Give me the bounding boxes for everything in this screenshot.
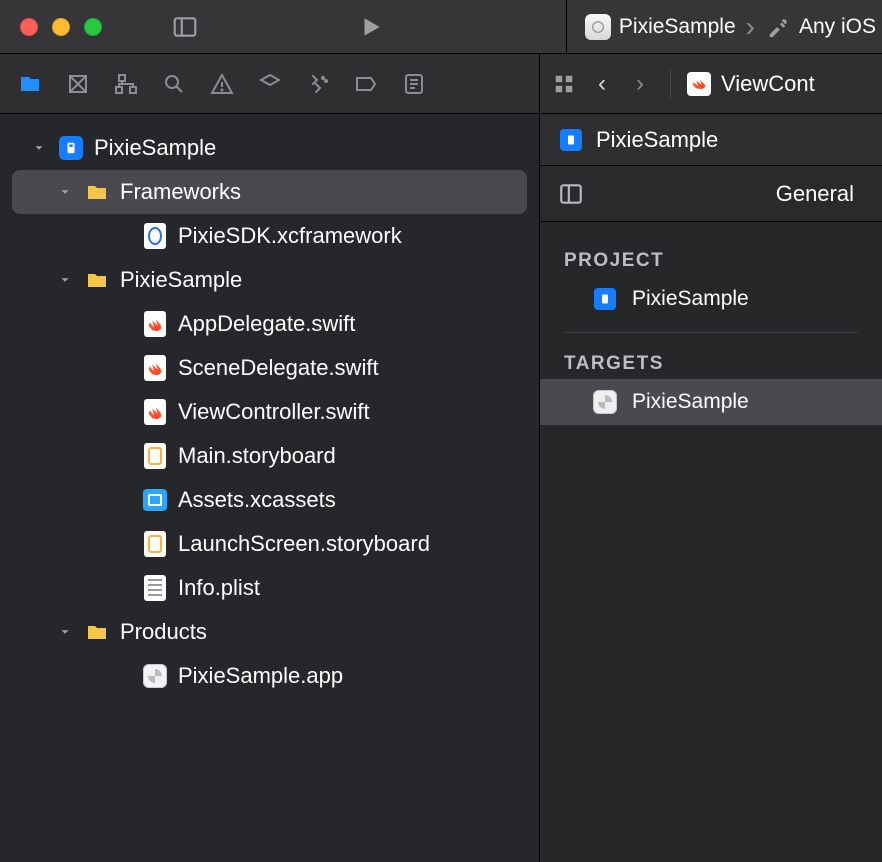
project-icon: [558, 127, 584, 153]
scheme-destination-label: Any iOS: [799, 15, 876, 39]
file-row[interactable]: Info.plist: [12, 566, 527, 610]
project-root-label: PixieSample: [94, 135, 216, 161]
storyboard-icon: [142, 443, 168, 469]
file-row[interactable]: Assets.xcassets: [12, 478, 527, 522]
project-root-row[interactable]: PixieSample: [12, 126, 527, 170]
file-label: ViewController.swift: [178, 399, 370, 425]
file-label: Main.storyboard: [178, 443, 336, 469]
project-entry[interactable]: PixieSample: [540, 276, 882, 322]
target-entry-label: PixieSample: [632, 390, 749, 414]
file-label: SceneDelegate.swift: [178, 355, 379, 381]
swift-file-icon: [142, 311, 168, 337]
swift-file-icon: [142, 399, 168, 425]
related-items-icon[interactable]: [550, 70, 578, 98]
scheme-selector[interactable]: PixieSample › Any iOS: [585, 13, 876, 41]
navigator-toolbar: ‹ › ViewCont: [0, 54, 882, 114]
main-split: PixieSample Frameworks PixieSDK.xcframew…: [0, 114, 882, 862]
file-row[interactable]: ViewController.swift: [12, 390, 527, 434]
project-navigator-icon[interactable]: [14, 68, 46, 100]
test-navigator-icon[interactable]: [254, 68, 286, 100]
file-label: Assets.xcassets: [178, 487, 336, 513]
file-label: PixieSample.app: [178, 663, 343, 689]
toggle-sidebar-button[interactable]: [162, 7, 208, 47]
products-group-label: Products: [120, 619, 207, 645]
issue-navigator-icon[interactable]: [206, 68, 238, 100]
swift-file-icon: [687, 72, 711, 96]
app-group-row[interactable]: PixieSample: [12, 258, 527, 302]
file-row[interactable]: Main.storyboard: [12, 434, 527, 478]
nav-forward-button[interactable]: ›: [626, 70, 654, 98]
chevron-down-icon[interactable]: [30, 139, 48, 157]
zoom-window-button[interactable]: [84, 18, 102, 36]
xcframework-icon: [142, 223, 168, 249]
report-navigator-icon[interactable]: [398, 68, 430, 100]
app-product-icon: [142, 663, 168, 689]
hammer-icon: [765, 14, 791, 40]
target-tabs: General: [540, 166, 882, 222]
app-group-label: PixieSample: [120, 267, 242, 293]
folder-icon: [84, 619, 110, 645]
run-button[interactable]: [348, 7, 394, 47]
app-icon: [585, 14, 611, 40]
xcassets-icon: [142, 487, 168, 513]
file-row[interactable]: PixieSDK.xcframework: [12, 214, 527, 258]
chevron-down-icon[interactable]: [56, 271, 74, 289]
chevron-down-icon[interactable]: [56, 623, 74, 641]
scheme-project-label: PixieSample: [619, 15, 736, 39]
divider: [564, 332, 858, 333]
products-group-row[interactable]: Products: [12, 610, 527, 654]
editor-project-header: PixieSample: [540, 114, 882, 166]
target-entry[interactable]: PixieSample: [540, 379, 882, 425]
frameworks-group-label: Frameworks: [120, 179, 241, 205]
file-row[interactable]: PixieSample.app: [12, 654, 527, 698]
file-label: LaunchScreen.storyboard: [178, 531, 430, 557]
folder-icon: [84, 179, 110, 205]
divider: [670, 69, 671, 99]
close-window-button[interactable]: [20, 18, 38, 36]
chevron-down-icon[interactable]: [56, 183, 74, 201]
project-icon: [592, 286, 618, 312]
swift-file-icon: [142, 355, 168, 381]
chevron-right-icon: ›: [744, 13, 757, 41]
file-row[interactable]: SceneDelegate.swift: [12, 346, 527, 390]
project-navigator: PixieSample Frameworks PixieSDK.xcframew…: [0, 114, 540, 862]
file-label: AppDelegate.swift: [178, 311, 355, 337]
editor-area: PixieSample General PROJECT PixieSample …: [540, 114, 882, 862]
minimize-window-button[interactable]: [52, 18, 70, 36]
targets-section-header: TARGETS: [540, 343, 882, 379]
targets-pane: PROJECT PixieSample TARGETS PixieSample: [540, 222, 882, 862]
debug-navigator-icon[interactable]: [302, 68, 334, 100]
project-section-header: PROJECT: [540, 240, 882, 276]
file-row[interactable]: AppDelegate.swift: [12, 302, 527, 346]
project-icon: [58, 135, 84, 161]
frameworks-group-row[interactable]: Frameworks: [12, 170, 527, 214]
toggle-target-list-icon[interactable]: [558, 181, 584, 207]
plist-icon: [142, 575, 168, 601]
app-target-icon: [592, 389, 618, 415]
source-control-navigator-icon[interactable]: [62, 68, 94, 100]
symbol-navigator-icon[interactable]: [110, 68, 142, 100]
file-label: Info.plist: [178, 575, 260, 601]
folder-icon: [84, 267, 110, 293]
storyboard-icon: [142, 531, 168, 557]
nav-back-button[interactable]: ‹: [588, 70, 616, 98]
window-controls: [0, 18, 102, 36]
stop-button[interactable]: [434, 7, 480, 47]
file-label: PixieSDK.xcframework: [178, 223, 402, 249]
project-entry-label: PixieSample: [632, 287, 749, 311]
tab-general[interactable]: General: [776, 181, 854, 207]
find-navigator-icon[interactable]: [158, 68, 190, 100]
titlebar: PixieSample › Any iOS: [0, 0, 882, 54]
file-row[interactable]: LaunchScreen.storyboard: [12, 522, 527, 566]
breakpoint-navigator-icon[interactable]: [350, 68, 382, 100]
jump-bar-file[interactable]: ViewCont: [721, 71, 815, 97]
editor-project-name[interactable]: PixieSample: [596, 127, 718, 153]
